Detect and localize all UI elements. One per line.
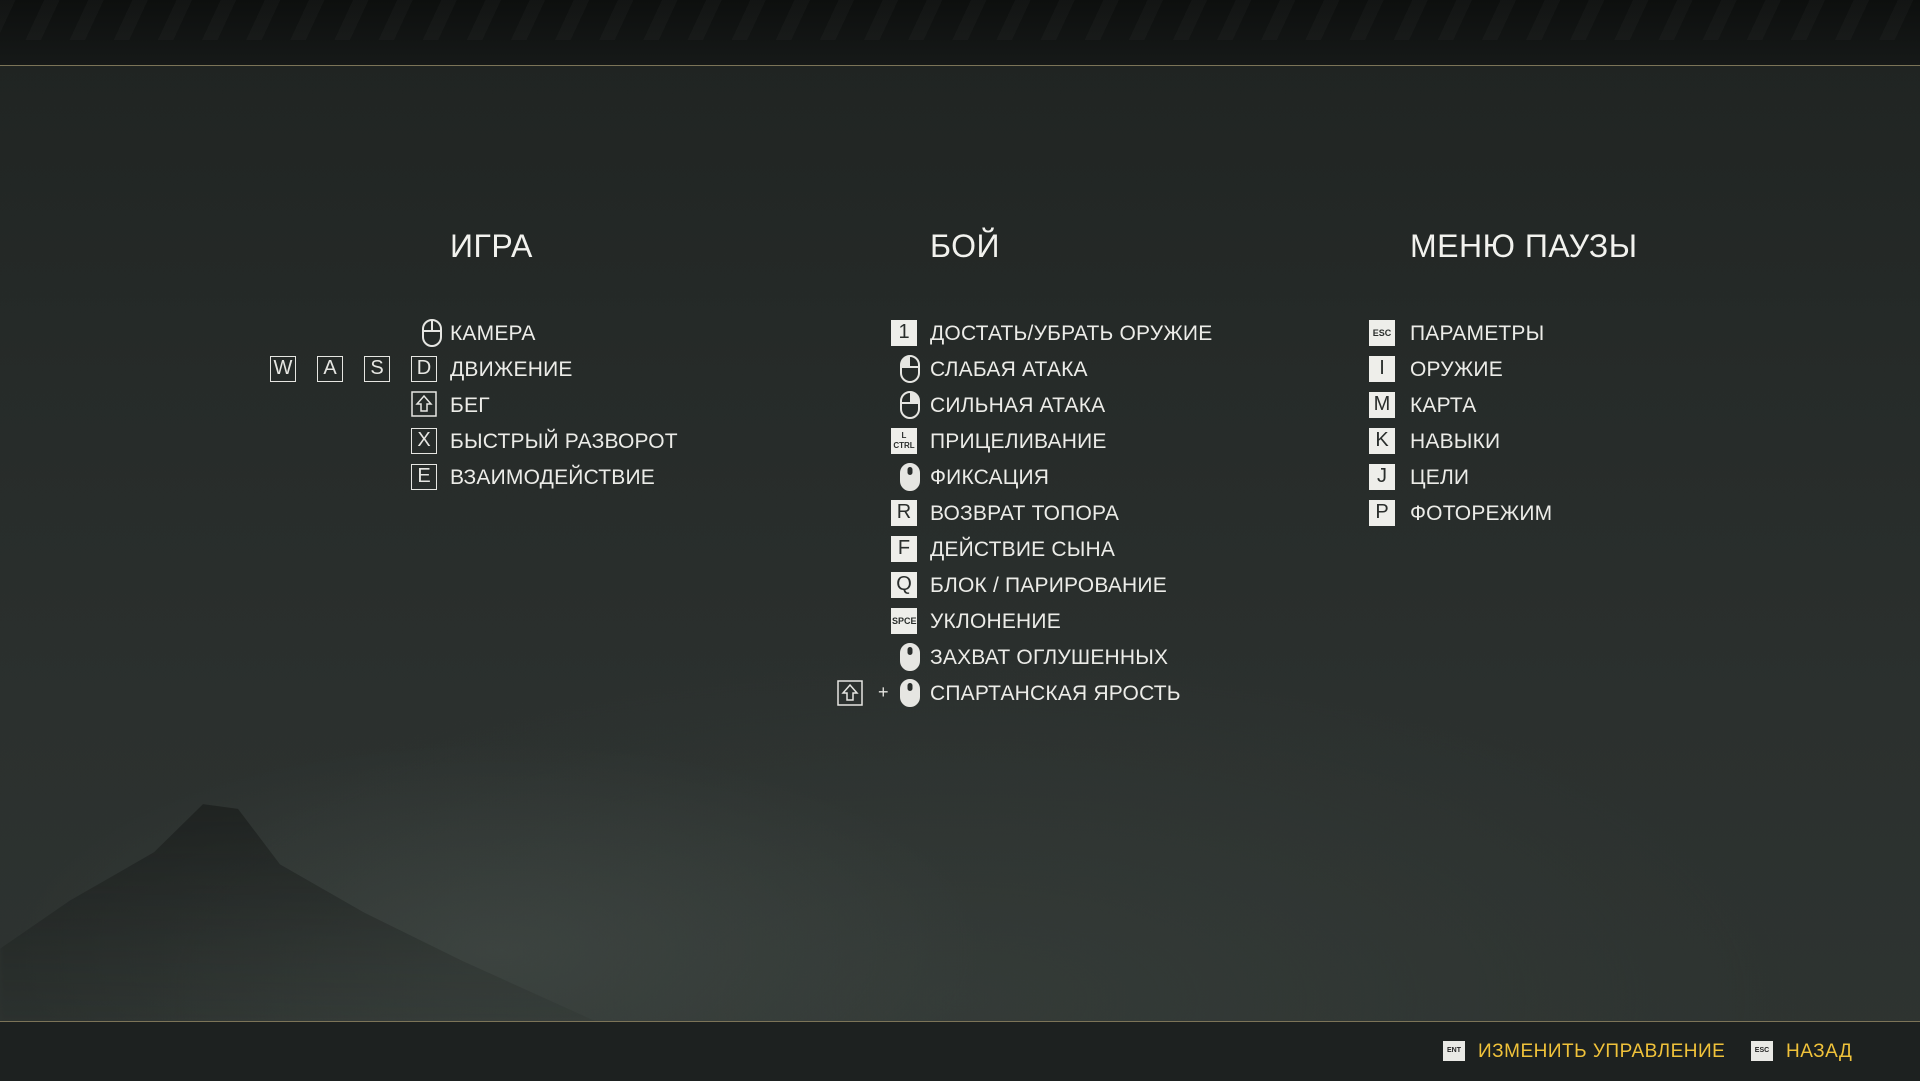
mouse-middle-icon [900, 679, 920, 707]
key-1: 1 [891, 320, 917, 346]
key-space: SPCE [891, 608, 917, 634]
key-s: S [364, 356, 390, 382]
enter-key-icon: ENT [1443, 1041, 1465, 1061]
binding-label: ДЕЙСТВИЕ СЫНА [930, 538, 1116, 561]
key-x: X [411, 428, 437, 454]
key-a: A [317, 356, 343, 382]
binding-label: БЕГ [450, 394, 490, 417]
binding-label: НАВЫКИ [1410, 430, 1501, 453]
binding-label: ВЗАИМОДЕЙСТВИЕ [450, 466, 655, 489]
mouse-left-icon [900, 355, 920, 383]
key-r: R [891, 500, 917, 526]
mouse-right-icon [900, 391, 920, 419]
binding-label: ОРУЖИЕ [1410, 358, 1503, 381]
key-i: I [1369, 356, 1395, 382]
top-ornament [0, 0, 1920, 40]
binding-label: ПРИЦЕЛИВАНИЕ [930, 430, 1107, 453]
key-q: Q [891, 572, 917, 598]
binding-label: БЛОК / ПАРИРОВАНИЕ [930, 574, 1167, 597]
shift-icon [837, 680, 863, 706]
mouse-middle-icon [900, 643, 920, 671]
back-label: НАЗАД [1786, 1041, 1853, 1062]
mouse-middle-icon [900, 463, 920, 491]
key-p: P [1369, 500, 1395, 526]
column-title-combat: БОЙ [930, 228, 1001, 264]
back-button[interactable]: ESC НАЗАД [1751, 1041, 1861, 1065]
binding-label: КАРТА [1410, 394, 1477, 417]
key-k: K [1369, 428, 1395, 454]
binding-label: ПАРАМЕТРЫ [1410, 322, 1545, 345]
binding-label: ДОСТАТЬ/УБРАТЬ ОРУЖИЕ [930, 322, 1213, 345]
plus-sign: + [878, 682, 889, 702]
key-d: D [411, 356, 437, 382]
key-lctrl: L CTRL [891, 428, 917, 454]
column-title-game: ИГРА [450, 228, 533, 264]
change-controls-label: ИЗМЕНИТЬ УПРАВЛЕНИЕ [1478, 1041, 1726, 1062]
background-mountain [0, 804, 595, 1021]
key-esc: ESC [1369, 320, 1395, 346]
binding-label: СПАРТАНСКАЯ ЯРОСТЬ [930, 682, 1181, 705]
binding-label: ЗАХВАТ ОГЛУШЕННЫХ [930, 646, 1169, 669]
binding-label: ЦЕЛИ [1410, 466, 1470, 489]
binding-label: СЛАБАЯ АТАКА [930, 358, 1088, 381]
shift-icon [411, 391, 437, 417]
key-f: F [891, 536, 917, 562]
key-e: E [411, 464, 437, 490]
esc-key-icon: ESC [1751, 1041, 1773, 1061]
mouse-icon [422, 319, 442, 347]
binding-label: БЫСТРЫЙ РАЗВОРОТ [450, 430, 678, 453]
column-title-pause: МЕНЮ ПАУЗЫ [1410, 228, 1638, 264]
key-w: W [270, 356, 296, 382]
change-controls-button[interactable]: ENT ИЗМЕНИТЬ УПРАВЛЕНИЕ [1443, 1041, 1725, 1065]
binding-label: ФИКСАЦИЯ [930, 466, 1050, 489]
binding-label: УКЛОНЕНИЕ [930, 610, 1061, 633]
binding-label: ФОТОРЕЖИМ [1410, 502, 1553, 525]
binding-label: ВОЗВРАТ ТОПОРА [930, 502, 1120, 525]
binding-label: ДВИЖЕНИЕ [450, 358, 573, 381]
key-j: J [1369, 464, 1395, 490]
binding-label: СИЛЬНАЯ АТАКА [930, 394, 1106, 417]
key-m: M [1369, 392, 1395, 418]
top-bar [0, 0, 1920, 66]
binding-label: КАМЕРА [450, 322, 536, 345]
